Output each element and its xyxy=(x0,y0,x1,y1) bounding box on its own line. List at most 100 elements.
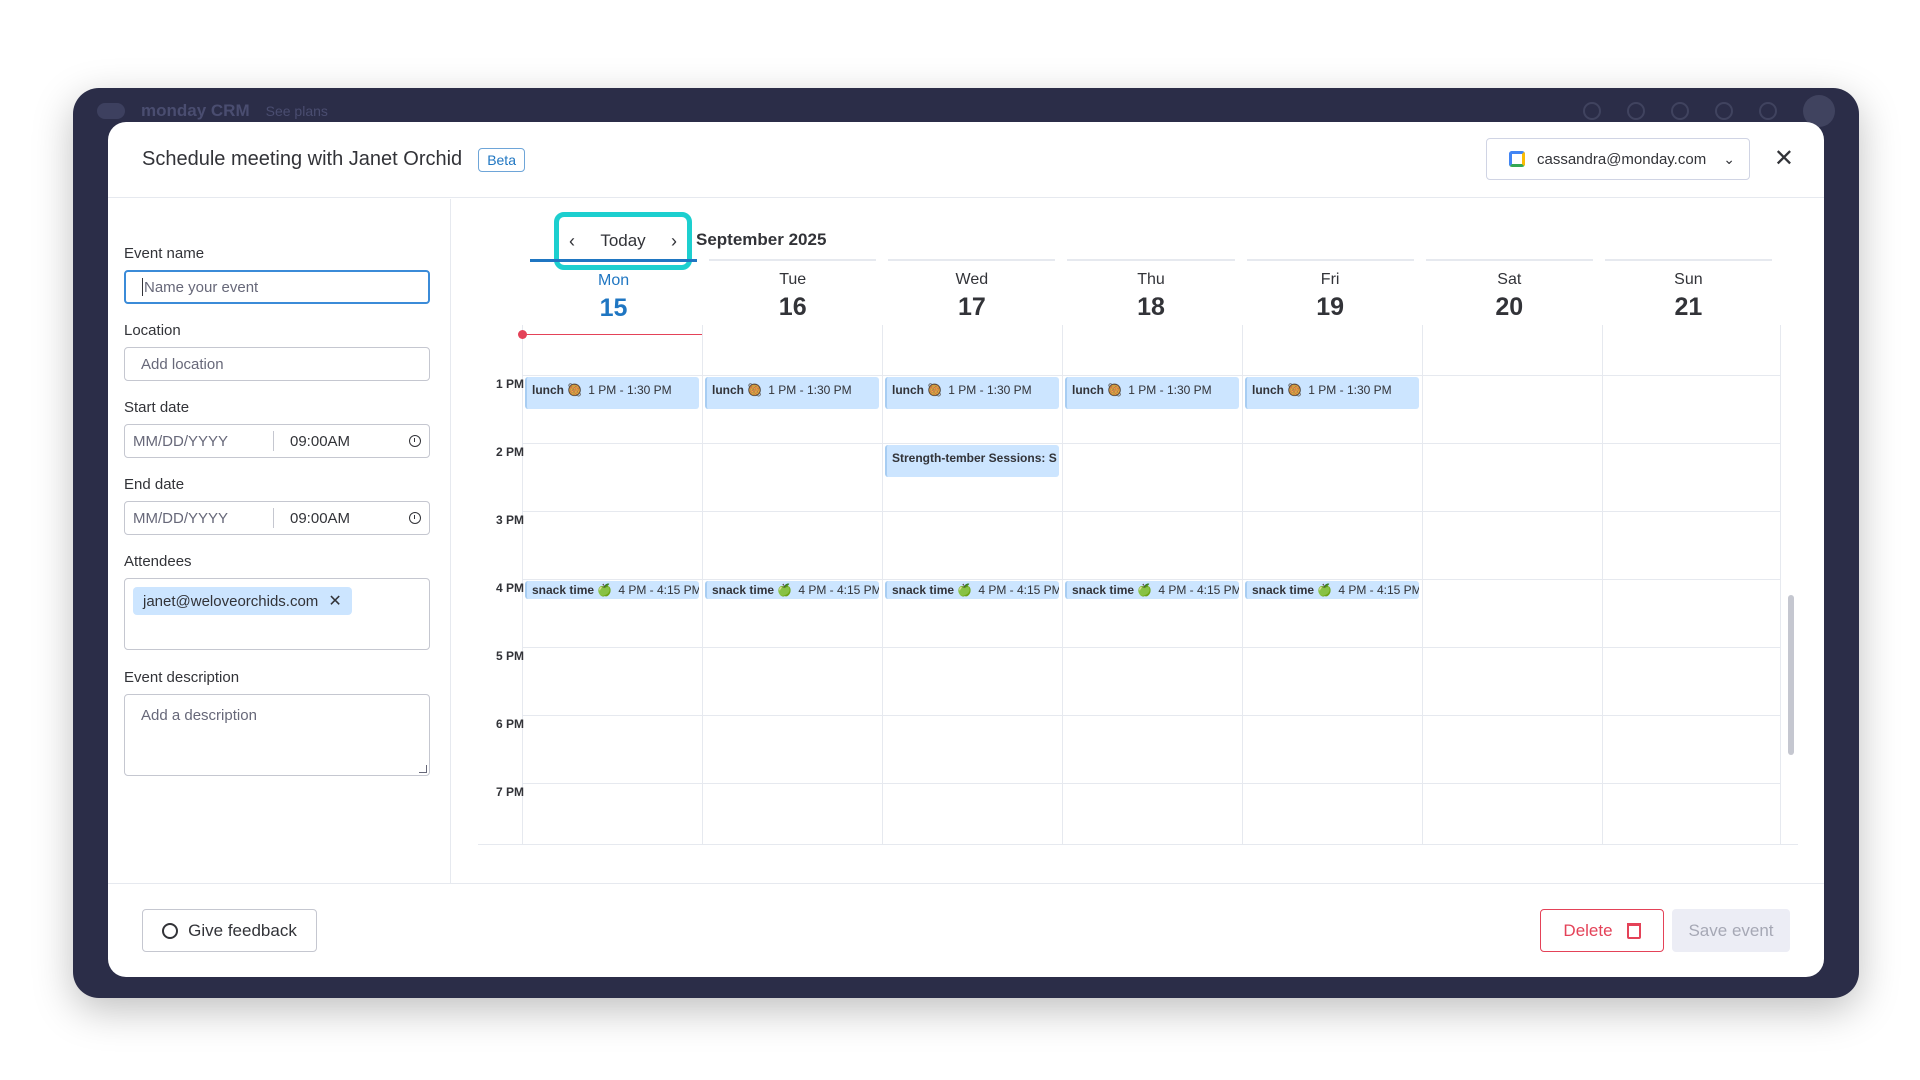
calendar-grid[interactable]: 1 PM 2 PM 3 PM 4 PM 5 PM 6 PM 7 PM lunch… xyxy=(478,325,1798,845)
chevron-left-icon[interactable]: ‹ xyxy=(569,231,575,252)
resize-handle[interactable] xyxy=(419,765,427,773)
hour-label: 3 PM xyxy=(495,513,524,527)
event-title: Strength-tember Sessions: S xyxy=(892,451,1057,465)
day-header[interactable]: Wed 17 xyxy=(888,259,1056,321)
bell-icon[interactable] xyxy=(1583,102,1601,120)
event-lunch[interactable]: lunch 🥘 1 PM - 1:30 PM xyxy=(1245,377,1419,409)
invite-icon[interactable] xyxy=(1671,102,1689,120)
event-time: 4 PM - 4:15 PM xyxy=(978,583,1059,597)
event-snack-time[interactable]: snack time 🍏 4 PM - 4:15 PM xyxy=(705,581,879,599)
start-time-input[interactable]: 09:00AM xyxy=(290,433,409,450)
day-number: 19 xyxy=(1316,293,1345,321)
event-name-placeholder: Name your event xyxy=(144,278,259,296)
grid-line xyxy=(882,325,883,844)
day-number: 18 xyxy=(1137,293,1165,321)
attendee-chip: janet@weloveorchids.com ✕ xyxy=(133,587,352,615)
grid-line xyxy=(522,715,1780,716)
event-time: 4 PM - 4:15 PM xyxy=(1338,583,1419,597)
event-title: snack time 🍏 xyxy=(532,583,613,597)
modal-title: Schedule meeting with Janet Orchid xyxy=(142,148,463,170)
event-lunch[interactable]: lunch 🥘 1 PM - 1:30 PM xyxy=(885,377,1059,409)
day-name: Sat xyxy=(1497,271,1522,288)
event-time: 4 PM - 4:15 PM xyxy=(798,583,879,597)
grid-line xyxy=(702,325,703,844)
event-title: lunch 🥘 xyxy=(1252,383,1303,397)
event-title: lunch 🥘 xyxy=(712,383,763,397)
hour-label: 2 PM xyxy=(495,445,524,459)
remove-attendee-icon[interactable]: ✕ xyxy=(328,591,341,611)
day-number: 15 xyxy=(599,294,628,322)
modal-header: Schedule meeting with Janet Orchid Beta … xyxy=(108,122,1824,198)
today-button[interactable]: Today xyxy=(600,231,645,251)
day-name: Fri xyxy=(1320,271,1340,288)
current-time-line xyxy=(522,334,702,335)
current-time-dot xyxy=(518,330,527,339)
chevron-right-icon[interactable]: › xyxy=(671,231,677,252)
give-feedback-label: Give feedback xyxy=(188,920,297,940)
day-name: Sun xyxy=(1674,271,1703,288)
end-date-field[interactable]: MM/DD/YYYY 09:00AM xyxy=(124,501,430,535)
event-snack-time[interactable]: snack time 🍏 4 PM - 4:15 PM xyxy=(1245,581,1419,599)
grid-line xyxy=(1422,325,1423,844)
event-snack-time[interactable]: snack time 🍏 4 PM - 4:15 PM xyxy=(885,581,1059,599)
day-header[interactable]: Tue 16 xyxy=(709,259,877,321)
day-headers: Mon 15 Tue 16 Wed 17 Thu 18 Fri 19 Sat 20 Sun 2… xyxy=(524,259,1778,322)
start-date-field[interactable]: MM/DD/YYYY 09:00AM xyxy=(124,424,430,458)
day-name: Tue xyxy=(779,271,807,288)
day-header[interactable]: Thu 18 xyxy=(1067,259,1235,321)
event-title: lunch 🥘 xyxy=(892,383,943,397)
see-plans-link[interactable]: See plans xyxy=(266,103,328,119)
day-number: 21 xyxy=(1674,293,1703,321)
day-header[interactable]: Fri 19 xyxy=(1246,259,1414,321)
event-lunch[interactable]: lunch 🥘 1 PM - 1:30 PM xyxy=(705,377,879,409)
beta-badge: Beta xyxy=(478,147,525,172)
divider xyxy=(273,508,274,528)
event-time: 1 PM - 1:30 PM xyxy=(768,383,852,397)
event-snack-time[interactable]: snack time 🍏 4 PM - 4:15 PM xyxy=(1065,581,1239,599)
location-label: Location xyxy=(124,322,181,339)
apps-icon[interactable] xyxy=(1715,102,1733,120)
trash-icon xyxy=(1626,922,1641,939)
hour-label: 4 PM xyxy=(495,581,524,595)
clock-icon xyxy=(409,435,421,447)
start-date-label: Start date xyxy=(124,399,190,416)
help-icon[interactable] xyxy=(1759,102,1777,120)
divider xyxy=(273,431,274,451)
attendees-label: Attendees xyxy=(124,553,192,570)
day-number: 20 xyxy=(1495,293,1524,321)
event-name-input[interactable]: Name your event xyxy=(124,270,430,304)
app-brand: monday CRM xyxy=(141,101,250,120)
event-snack-time[interactable]: snack time 🍏 4 PM - 4:15 PM xyxy=(525,581,699,599)
location-input[interactable]: Add location xyxy=(124,347,430,381)
start-date-input[interactable]: MM/DD/YYYY xyxy=(133,433,273,450)
calendar-scrollbar[interactable] xyxy=(1788,595,1794,755)
save-event-button[interactable]: Save event xyxy=(1672,909,1790,952)
day-header[interactable]: Sat 20 xyxy=(1425,259,1593,321)
event-title: snack time 🍏 xyxy=(1072,583,1153,597)
event-lunch[interactable]: lunch 🥘 1 PM - 1:30 PM xyxy=(525,377,699,409)
description-textarea[interactable]: Add a description xyxy=(124,694,430,776)
inbox-icon[interactable] xyxy=(1627,102,1645,120)
close-button[interactable]: ✕ xyxy=(1774,146,1794,172)
event-title: snack time 🍏 xyxy=(712,583,793,597)
day-header[interactable]: Sun 21 xyxy=(1604,259,1772,321)
event-strength-sessions[interactable]: Strength-tember Sessions: S xyxy=(885,445,1059,477)
attendees-input[interactable]: janet@weloveorchids.com ✕ xyxy=(124,578,430,650)
grid-line xyxy=(522,511,1780,512)
give-feedback-button[interactable]: Give feedback xyxy=(142,909,317,952)
hour-label: 1 PM xyxy=(495,377,524,391)
end-time-input[interactable]: 09:00AM xyxy=(290,510,409,527)
day-header[interactable]: Mon 15 xyxy=(530,259,698,322)
grid-line xyxy=(522,375,1780,376)
end-date-input[interactable]: MM/DD/YYYY xyxy=(133,510,273,527)
event-time: 1 PM - 1:30 PM xyxy=(948,383,1032,397)
monday-logo-icon xyxy=(97,103,125,119)
account-dropdown[interactable]: cassandra@monday.com ⌄ xyxy=(1486,138,1750,180)
day-name: Thu xyxy=(1137,271,1165,288)
delete-button[interactable]: Delete xyxy=(1540,909,1664,952)
day-number: 16 xyxy=(778,293,807,321)
event-title: snack time 🍏 xyxy=(1252,583,1333,597)
location-placeholder: Add location xyxy=(141,355,224,373)
event-lunch[interactable]: lunch 🥘 1 PM - 1:30 PM xyxy=(1065,377,1239,409)
event-time: 1 PM - 1:30 PM xyxy=(1128,383,1212,397)
